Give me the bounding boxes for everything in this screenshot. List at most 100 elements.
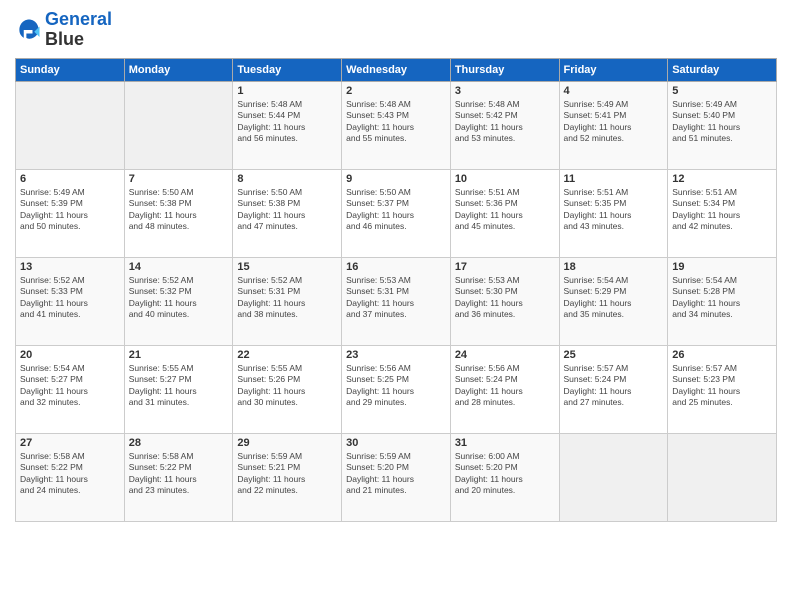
day-number: 29: [237, 437, 337, 449]
calendar-cell: 8Sunrise: 5:50 AM Sunset: 5:38 PM Daylig…: [233, 169, 342, 257]
day-number: 23: [346, 349, 446, 361]
day-info: Sunrise: 5:52 AM Sunset: 5:31 PM Dayligh…: [237, 275, 337, 321]
day-info: Sunrise: 5:56 AM Sunset: 5:25 PM Dayligh…: [346, 363, 446, 409]
day-info: Sunrise: 5:57 AM Sunset: 5:24 PM Dayligh…: [564, 363, 664, 409]
calendar-cell: 20 Sunrise: 5:54 AM Sunset: 5:27 PM Dayli…: [16, 345, 125, 433]
calendar-cell: 24 Sunrise: 5:56 AM Sunset: 5:24 PM Dayli…: [450, 345, 559, 433]
calendar-cell: [124, 81, 233, 169]
calendar-cell: 16 Sunrise: 5:53 AM Sunset: 5:31 PM Dayli…: [342, 257, 451, 345]
day-number: 22: [237, 349, 337, 361]
calendar-cell: 23 Sunrise: 5:56 AM Sunset: 5:25 PM Dayli…: [342, 345, 451, 433]
day-number: 31: [455, 437, 555, 449]
day-number: 4: [564, 85, 664, 97]
day-number: 9: [346, 173, 446, 185]
day-info: Sunrise: 5:54 AM Sunset: 5:29 PM Dayligh…: [564, 275, 664, 321]
day-info: Sunrise: 5:59 AM Sunset: 5:21 PM Dayligh…: [237, 451, 337, 497]
day-info: Sunrise: 5:58 AM Sunset: 5:22 PM Dayligh…: [129, 451, 229, 497]
calendar-cell: 1 Sunrise: 5:48 AM Sunset: 5:44 PM Daylig…: [233, 81, 342, 169]
calendar-week-4: 20 Sunrise: 5:54 AM Sunset: 5:27 PM Dayli…: [16, 345, 777, 433]
day-number: 19: [672, 261, 772, 273]
calendar-cell: 11 Sunrise: 5:51 AM Sunset: 5:35 PM Dayli…: [559, 169, 668, 257]
header-tuesday: Tuesday: [233, 58, 342, 81]
day-info: Sunrise: 5:53 AM Sunset: 5:30 PM Dayligh…: [455, 275, 555, 321]
calendar-table: SundayMondayTuesdayWednesdayThursdayFrid…: [15, 58, 777, 522]
day-number: 14: [129, 261, 229, 273]
header-monday: Monday: [124, 58, 233, 81]
day-number: 18: [564, 261, 664, 273]
day-info: Sunrise: 6:00 AM Sunset: 5:20 PM Dayligh…: [455, 451, 555, 497]
calendar-page: General Blue SundayMondayTuesdayWednesda…: [0, 0, 792, 612]
day-info: Sunrise: 5:57 AM Sunset: 5:23 PM Dayligh…: [672, 363, 772, 409]
calendar-cell: 29 Sunrise: 5:59 AM Sunset: 5:21 PM Dayli…: [233, 433, 342, 521]
day-number: 24: [455, 349, 555, 361]
day-number: 28: [129, 437, 229, 449]
calendar-cell: 26 Sunrise: 5:57 AM Sunset: 5:23 PM Dayli…: [668, 345, 777, 433]
calendar-cell: 27 Sunrise: 5:58 AM Sunset: 5:22 PM Dayli…: [16, 433, 125, 521]
day-number: 1: [237, 85, 337, 97]
calendar-cell: 21Sunrise: 5:55 AM Sunset: 5:27 PM Dayli…: [124, 345, 233, 433]
day-info: Sunrise: 5:49 AM Sunset: 5:41 PM Dayligh…: [564, 99, 664, 145]
day-number: 25: [564, 349, 664, 361]
logo: General Blue: [15, 10, 112, 50]
header-wednesday: Wednesday: [342, 58, 451, 81]
calendar-cell: 17 Sunrise: 5:53 AM Sunset: 5:30 PM Dayli…: [450, 257, 559, 345]
calendar-cell: 14Sunrise: 5:52 AM Sunset: 5:32 PM Dayli…: [124, 257, 233, 345]
day-info: Sunrise: 5:51 AM Sunset: 5:34 PM Dayligh…: [672, 187, 772, 233]
day-info: Sunrise: 5:50 AM Sunset: 5:38 PM Dayligh…: [237, 187, 337, 233]
day-info: Sunrise: 5:50 AM Sunset: 5:37 PM Dayligh…: [346, 187, 446, 233]
calendar-week-2: 6Sunrise: 5:49 AM Sunset: 5:39 PM Daylig…: [16, 169, 777, 257]
day-info: Sunrise: 5:51 AM Sunset: 5:35 PM Dayligh…: [564, 187, 664, 233]
logo-icon: [15, 16, 43, 44]
header-friday: Friday: [559, 58, 668, 81]
calendar-cell: 25 Sunrise: 5:57 AM Sunset: 5:24 PM Dayli…: [559, 345, 668, 433]
day-number: 20: [20, 349, 120, 361]
calendar-cell: 28 Sunrise: 5:58 AM Sunset: 5:22 PM Dayli…: [124, 433, 233, 521]
calendar-cell: [16, 81, 125, 169]
calendar-cell: 6Sunrise: 5:49 AM Sunset: 5:39 PM Daylig…: [16, 169, 125, 257]
day-number: 12: [672, 173, 772, 185]
day-number: 27: [20, 437, 120, 449]
day-number: 13: [20, 261, 120, 273]
day-info: Sunrise: 5:50 AM Sunset: 5:38 PM Dayligh…: [129, 187, 229, 233]
header-thursday: Thursday: [450, 58, 559, 81]
day-info: Sunrise: 5:49 AM Sunset: 5:40 PM Dayligh…: [672, 99, 772, 145]
calendar-cell: 22 Sunrise: 5:55 AM Sunset: 5:26 PM Dayli…: [233, 345, 342, 433]
calendar-cell: 5 Sunrise: 5:49 AM Sunset: 5:40 PM Daylig…: [668, 81, 777, 169]
day-info: Sunrise: 5:54 AM Sunset: 5:28 PM Dayligh…: [672, 275, 772, 321]
calendar-header-row: SundayMondayTuesdayWednesdayThursdayFrid…: [16, 58, 777, 81]
day-number: 17: [455, 261, 555, 273]
day-info: Sunrise: 5:51 AM Sunset: 5:36 PM Dayligh…: [455, 187, 555, 233]
calendar-cell: 10Sunrise: 5:51 AM Sunset: 5:36 PM Dayli…: [450, 169, 559, 257]
calendar-cell: 3 Sunrise: 5:48 AM Sunset: 5:42 PM Daylig…: [450, 81, 559, 169]
calendar-cell: [668, 433, 777, 521]
day-number: 7: [129, 173, 229, 185]
header-sunday: Sunday: [16, 58, 125, 81]
header: General Blue: [15, 10, 777, 50]
calendar-cell: 31 Sunrise: 6:00 AM Sunset: 5:20 PM Dayli…: [450, 433, 559, 521]
day-info: Sunrise: 5:54 AM Sunset: 5:27 PM Dayligh…: [20, 363, 120, 409]
day-info: Sunrise: 5:55 AM Sunset: 5:26 PM Dayligh…: [237, 363, 337, 409]
day-number: 2: [346, 85, 446, 97]
day-info: Sunrise: 5:48 AM Sunset: 5:43 PM Dayligh…: [346, 99, 446, 145]
calendar-week-5: 27 Sunrise: 5:58 AM Sunset: 5:22 PM Dayli…: [16, 433, 777, 521]
calendar-cell: 18 Sunrise: 5:54 AM Sunset: 5:29 PM Dayli…: [559, 257, 668, 345]
day-number: 15: [237, 261, 337, 273]
day-info: Sunrise: 5:52 AM Sunset: 5:33 PM Dayligh…: [20, 275, 120, 321]
day-number: 30: [346, 437, 446, 449]
day-info: Sunrise: 5:48 AM Sunset: 5:44 PM Dayligh…: [237, 99, 337, 145]
calendar-cell: [559, 433, 668, 521]
day-number: 5: [672, 85, 772, 97]
calendar-cell: 13 Sunrise: 5:52 AM Sunset: 5:33 PM Dayli…: [16, 257, 125, 345]
day-info: Sunrise: 5:48 AM Sunset: 5:42 PM Dayligh…: [455, 99, 555, 145]
day-info: Sunrise: 5:58 AM Sunset: 5:22 PM Dayligh…: [20, 451, 120, 497]
day-number: 6: [20, 173, 120, 185]
day-number: 26: [672, 349, 772, 361]
calendar-cell: 9 Sunrise: 5:50 AM Sunset: 5:37 PM Daylig…: [342, 169, 451, 257]
day-info: Sunrise: 5:56 AM Sunset: 5:24 PM Dayligh…: [455, 363, 555, 409]
day-number: 11: [564, 173, 664, 185]
logo-text: General Blue: [45, 10, 112, 50]
day-number: 3: [455, 85, 555, 97]
day-info: Sunrise: 5:53 AM Sunset: 5:31 PM Dayligh…: [346, 275, 446, 321]
calendar-cell: 7 Sunrise: 5:50 AM Sunset: 5:38 PM Daylig…: [124, 169, 233, 257]
day-number: 16: [346, 261, 446, 273]
